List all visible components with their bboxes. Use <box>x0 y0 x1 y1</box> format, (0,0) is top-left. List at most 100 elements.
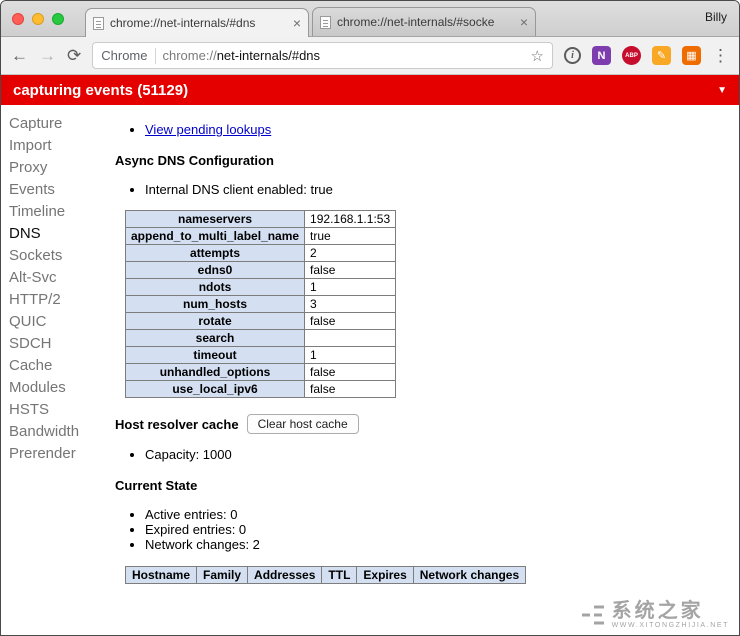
close-window-button[interactable] <box>12 13 24 25</box>
config-key: attempts <box>124 244 306 262</box>
sidebar-item-hsts[interactable]: HSTS <box>1 399 107 421</box>
cache-col-network-changes: Network changes <box>412 566 527 584</box>
table-row: ndots 1 <box>124 278 397 296</box>
config-value: 1 <box>304 346 397 364</box>
sidebar-item-prerender[interactable]: Prerender <box>1 443 107 465</box>
sidebar-item-bandwidth[interactable]: Bandwidth <box>1 421 107 443</box>
config-value: true <box>304 227 397 245</box>
config-value: false <box>304 380 397 398</box>
omnibox-separator <box>154 47 156 64</box>
traffic-lights <box>12 13 64 25</box>
async-dns-heading: Async DNS Configuration <box>115 153 274 168</box>
sidebar-item-sdch[interactable]: SDCH <box>1 333 107 355</box>
cache-col-expires: Expires <box>356 566 414 584</box>
host-cache-table: Hostname Family Addresses TTL Expires Ne… <box>124 566 527 584</box>
config-key: search <box>124 329 306 347</box>
state-item-expired: Expired entries: 0 <box>145 522 731 537</box>
config-value: false <box>304 261 397 279</box>
tab-title: chrome://net-internals/#socke <box>337 15 495 29</box>
table-row: use_local_ipv6 false <box>124 380 397 398</box>
chrome-menu-icon[interactable]: ⋮ <box>712 46 729 66</box>
table-row: unhandled_options false <box>124 363 397 381</box>
table-row: rotate false <box>124 312 397 330</box>
info-icon[interactable]: i <box>564 47 581 64</box>
internal-dns-item: Internal DNS client enabled: true <box>145 182 731 197</box>
forward-icon[interactable]: → <box>39 47 56 64</box>
extension-cube-icon[interactable]: ▦ <box>682 46 701 65</box>
dns-config-table: nameservers 192.168.1.1:53 append_to_mult… <box>124 210 397 398</box>
pending-lookups-list: View pending lookups <box>115 122 731 137</box>
config-value: 1 <box>304 278 397 296</box>
config-key: edns0 <box>124 261 306 279</box>
bookmark-star-icon[interactable]: ☆ <box>531 47 544 65</box>
state-item-network: Network changes: 2 <box>145 537 731 552</box>
host-resolver-heading: Host resolver cache <box>115 416 239 432</box>
table-row: num_hosts 3 <box>124 295 397 313</box>
dns-panel: View pending lookups Async DNS Configura… <box>107 105 739 635</box>
sidebar-item-cache[interactable]: Cache <box>1 355 107 377</box>
page-favicon-icon <box>93 16 104 30</box>
extension-pencil-icon[interactable]: ✎ <box>652 46 671 65</box>
config-key: unhandled_options <box>124 363 306 381</box>
sidebar-item-capture[interactable]: Capture <box>1 113 107 135</box>
config-key: append_to_multi_label_name <box>124 227 306 245</box>
extension-onenote-icon[interactable]: N <box>592 46 611 65</box>
config-value: false <box>304 363 397 381</box>
capturing-events-label: capturing events (51129) <box>13 81 189 99</box>
tab-close-icon[interactable]: × <box>520 15 528 29</box>
view-pending-lookups-link[interactable]: View pending lookups <box>145 122 271 137</box>
sidebar-item-events[interactable]: Events <box>1 179 107 201</box>
current-state-heading: Current State <box>115 478 198 493</box>
tab-title: chrome://net-internals/#dns <box>110 16 256 30</box>
extension-adblock-icon[interactable]: ABP <box>622 46 641 65</box>
current-state-list: Active entries: 0 Expired entries: 0 Net… <box>115 507 731 552</box>
profile-name[interactable]: Billy <box>705 10 727 24</box>
config-value: 3 <box>304 295 397 313</box>
tab-sockets[interactable]: chrome://net-internals/#socke × <box>312 7 536 36</box>
minimize-window-button[interactable] <box>32 13 44 25</box>
capacity-item: Capacity: 1000 <box>145 447 731 462</box>
reload-icon[interactable]: ⟳ <box>67 47 81 64</box>
sidebar: Capture Import Proxy Events Timeline DNS… <box>1 105 107 635</box>
sidebar-item-sockets[interactable]: Sockets <box>1 245 107 267</box>
url-site-label: Chrome <box>101 48 148 63</box>
config-value: 2 <box>304 244 397 262</box>
config-key: use_local_ipv6 <box>124 380 306 398</box>
cache-col-hostname: Hostname <box>124 566 198 584</box>
host-resolver-section: Host resolver cache Clear host cache <box>115 414 731 434</box>
sidebar-item-quic[interactable]: QUIC <box>1 311 107 333</box>
url-path: net-internals/#dns <box>216 48 321 63</box>
url-scheme: chrome:// <box>162 48 217 63</box>
sidebar-item-proxy[interactable]: Proxy <box>1 157 107 179</box>
config-key: rotate <box>124 312 306 330</box>
zoom-window-button[interactable] <box>52 13 64 25</box>
banner-dropdown-icon[interactable]: ▼ <box>717 85 727 96</box>
state-item-active: Active entries: 0 <box>145 507 731 522</box>
sidebar-item-modules[interactable]: Modules <box>1 377 107 399</box>
config-key: timeout <box>124 346 306 364</box>
internal-dns-list: Internal DNS client enabled: true <box>115 182 731 197</box>
list-item: View pending lookups <box>145 122 731 137</box>
config-key: num_hosts <box>124 295 306 313</box>
cache-col-ttl: TTL <box>321 566 358 584</box>
table-row: nameservers 192.168.1.1:53 <box>124 210 397 228</box>
sidebar-item-dns[interactable]: DNS <box>1 223 107 245</box>
back-icon[interactable]: ← <box>11 47 28 64</box>
address-bar[interactable]: Chrome chrome://net-internals/#dns ☆ <box>92 42 553 69</box>
tab-dns[interactable]: chrome://net-internals/#dns × <box>85 8 309 37</box>
tab-close-icon[interactable]: × <box>293 16 301 30</box>
tab-strip: chrome://net-internals/#dns × chrome://n… <box>1 1 739 37</box>
table-header-row: Hostname Family Addresses TTL Expires Ne… <box>124 566 527 584</box>
navigation-toolbar: ← → ⟳ Chrome chrome://net-internals/#dns… <box>1 37 739 75</box>
clear-host-cache-button[interactable]: Clear host cache <box>246 414 359 434</box>
sidebar-item-http2[interactable]: HTTP/2 <box>1 289 107 311</box>
browser-window: chrome://net-internals/#dns × chrome://n… <box>0 0 740 636</box>
table-row: attempts 2 <box>124 244 397 262</box>
table-row: edns0 false <box>124 261 397 279</box>
sidebar-item-import[interactable]: Import <box>1 135 107 157</box>
sidebar-item-alt-svc[interactable]: Alt-Svc <box>1 267 107 289</box>
config-value: 192.168.1.1:53 <box>304 210 397 228</box>
sidebar-item-timeline[interactable]: Timeline <box>1 201 107 223</box>
url-text: chrome://net-internals/#dns <box>163 48 321 63</box>
config-key: ndots <box>124 278 306 296</box>
